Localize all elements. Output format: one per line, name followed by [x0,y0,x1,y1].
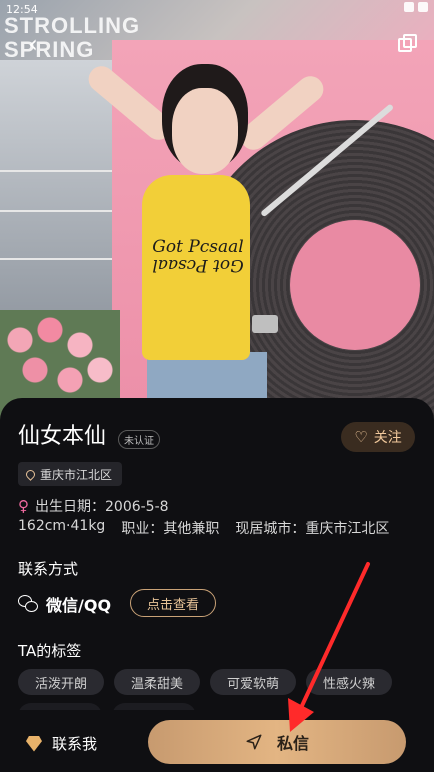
female-icon: ♀ [18,497,29,515]
send-icon [246,734,262,750]
location-pin-icon [24,467,37,481]
location-chip: 重庆市江北区 [18,462,123,486]
person-head [172,88,238,174]
tonearm-head [252,315,278,333]
tags-section-title: TA的标签 [18,642,82,660]
tag-list: 活泼开朗 温柔甜美 可爱软萌 性感火辣 [18,669,393,695]
wechat-icon [18,595,38,613]
location-text: 重庆市江北区 [40,467,113,482]
shirt-print: Got Pcsaal Got Pcsaal [150,237,246,275]
birth-info: ♀ 出生日期：2006-5-8 [18,496,169,516]
verification-badge: 未认证 [118,430,160,449]
shirt-print-line-flipped: Got Pcsaal [152,255,244,275]
tag-chip: 活泼开朗 [18,669,105,695]
tag-chip: 温柔甜美 [114,669,201,695]
contact-section-title: 联系方式 [18,560,79,578]
system-icons [404,2,428,12]
camera-icon [418,2,428,12]
album-icon-back [403,34,417,48]
record-label [290,220,420,350]
diamond-icon [24,736,44,752]
photo-album-button[interactable] [398,34,418,54]
profile-photo[interactable]: Got Pcsaal Got Pcsaal STROLLING SPRING [0,0,434,420]
view-contact-button[interactable]: 点击查看 [130,589,216,617]
contact-method: 微信/QQ [18,592,111,616]
profile-name: 仙女本仙 [18,424,107,449]
height-weight: 162cm·41kg [18,518,106,534]
contact-me-button[interactable]: 联系我 [24,733,97,754]
tag-chip: 可爱软萌 [210,669,297,695]
shirt-print-line: Got Pcsaal [152,237,244,257]
heart-icon: ♡ [354,428,368,446]
mall-background [0,60,120,340]
occupation: 职业：其他兼职 [121,521,220,537]
birth-date: 出生日期：2006-5-8 [35,499,169,515]
private-message-button[interactable]: 私信 [148,720,406,764]
profile-details: 162cm·41kg 职业：其他兼职 现居城市：重庆市江北区 [18,518,389,538]
contact-me-label: 联系我 [52,735,98,753]
chevron-left-icon: ‹ [28,30,38,58]
status-time: 12:54 [6,3,38,16]
current-city: 现居城市：重庆市江北区 [235,521,390,537]
follow-button[interactable]: ♡ 关注 [341,422,415,452]
private-message-label: 私信 [276,734,309,753]
contact-method-label: 微信/QQ [46,596,112,615]
notification-icon [404,2,414,12]
follow-label: 关注 [373,430,402,446]
status-bar: 12:54 [0,0,434,18]
tag-chip: 性感火辣 [306,669,393,695]
back-button[interactable]: ‹ [20,32,46,58]
